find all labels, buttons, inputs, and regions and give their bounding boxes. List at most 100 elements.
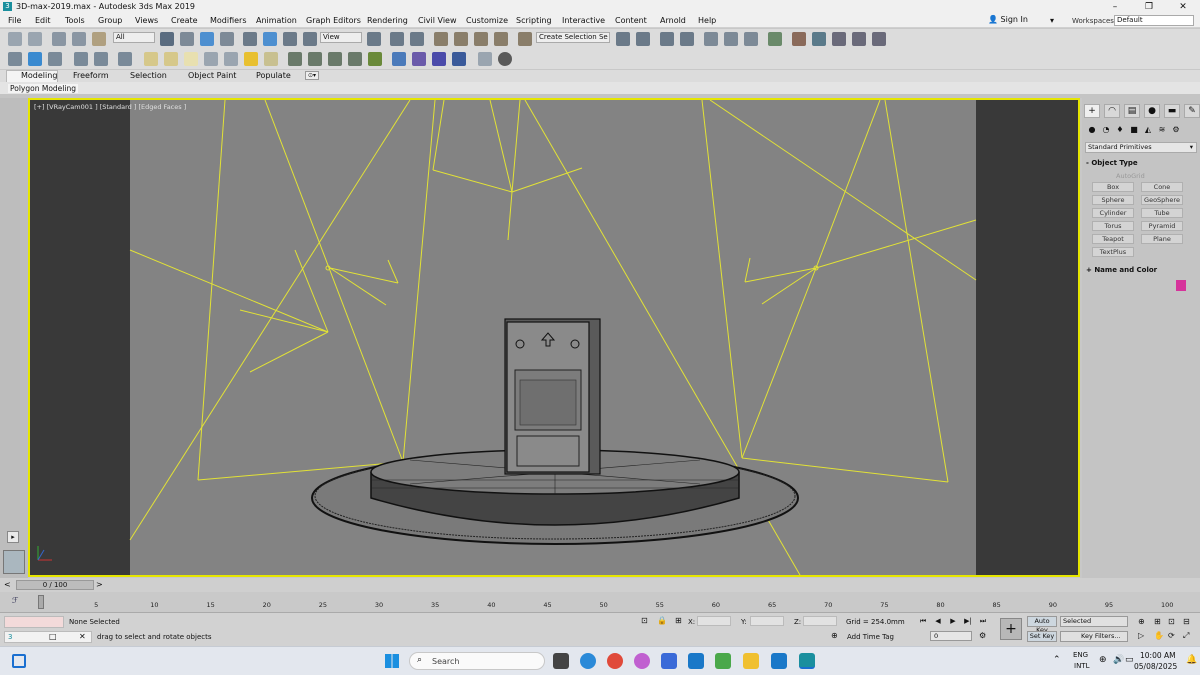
menu-create[interactable]: Create	[171, 16, 198, 25]
x-coordinate-field[interactable]	[697, 616, 731, 626]
geometry-icon[interactable]: ●	[1086, 124, 1098, 136]
prev-frame-icon[interactable]: <	[4, 580, 11, 589]
menu-rendering[interactable]: Rendering	[367, 16, 408, 25]
rendered-frame-window-icon[interactable]	[812, 32, 826, 46]
taskbar-search[interactable]: ⌕ Search	[409, 652, 545, 670]
scale-icon[interactable]	[283, 32, 297, 46]
clock-date[interactable]: 05/08/2025	[1134, 662, 1177, 671]
vray-light-icon[interactable]	[74, 52, 88, 66]
zoom-icon[interactable]: ⊕	[1138, 617, 1145, 626]
input-language[interactable]: ENG	[1073, 651, 1088, 659]
edge-icon[interactable]	[580, 653, 596, 669]
store-icon[interactable]	[661, 653, 677, 669]
vray-environment-icon[interactable]	[348, 52, 362, 66]
scene-explorer-icon[interactable]	[660, 32, 674, 46]
object-color-swatch[interactable]	[1176, 280, 1186, 291]
menu-group[interactable]: Group	[98, 16, 122, 25]
vray-render-icon[interactable]	[452, 52, 466, 66]
absolute-mode-icon[interactable]: ⊞	[675, 616, 682, 625]
menu-edit[interactable]: Edit	[35, 16, 51, 25]
lock-selection-icon[interactable]: 🔒	[657, 616, 667, 625]
vray-material-icon[interactable]	[48, 52, 62, 66]
angle-snap-icon[interactable]	[454, 32, 468, 46]
set-key-button[interactable]: Set Key	[1027, 631, 1057, 642]
geosphere-button[interactable]: GeoSphere	[1141, 195, 1183, 205]
placement-icon[interactable]	[303, 32, 317, 46]
start-icon[interactable]	[385, 654, 399, 668]
3dsmax-active-icon[interactable]	[799, 653, 815, 669]
key-selection-dropdown[interactable]: Selected	[1060, 616, 1128, 627]
vray-proxy-icon[interactable]	[94, 52, 108, 66]
clock-time[interactable]: 10:00 AM	[1140, 651, 1176, 660]
reference-coordinate-dropdown[interactable]: View	[320, 32, 362, 43]
task-view-icon[interactable]	[553, 653, 569, 669]
outlook-icon[interactable]	[688, 653, 704, 669]
tab-object-paint[interactable]: Object Paint	[188, 71, 236, 80]
ribbon-options-icon[interactable]: ⊙▾	[305, 71, 320, 80]
vray-sun-icon[interactable]	[244, 52, 258, 66]
a360-gallery-icon[interactable]	[872, 32, 886, 46]
maxscript-listener[interactable]	[4, 616, 64, 628]
chrome-icon[interactable]	[607, 653, 623, 669]
align-icon[interactable]	[636, 32, 650, 46]
pan-icon[interactable]: ✋	[1154, 631, 1164, 640]
window-crossing-icon[interactable]	[220, 32, 234, 46]
menu-content[interactable]: Content	[615, 16, 647, 25]
layer-explorer-icon[interactable]	[680, 32, 694, 46]
select-object-icon[interactable]	[160, 32, 174, 46]
vray-clipper-icon[interactable]	[368, 52, 382, 66]
render-production-icon[interactable]	[832, 32, 846, 46]
excel-photos-icon[interactable]	[715, 653, 731, 669]
maximize-viewport-icon[interactable]: ⤢	[1183, 631, 1189, 641]
y-coordinate-field[interactable]	[750, 616, 784, 626]
close-mini-icon[interactable]: ✕	[79, 632, 86, 641]
polygon-modeling-label[interactable]: Polygon Modeling	[8, 84, 78, 93]
vray-displacement-icon[interactable]	[308, 52, 322, 66]
viewport-layout-thumbnail[interactable]	[3, 550, 25, 574]
category-dropdown[interactable]: Standard Primitives ▾	[1085, 142, 1197, 153]
unlink-icon[interactable]	[72, 32, 86, 46]
previous-frame-icon[interactable]: ◀	[932, 616, 944, 627]
frame-indicator[interactable]	[38, 595, 44, 609]
orbit-icon[interactable]: ⟳	[1168, 631, 1175, 640]
time-tag-icon[interactable]: ⊕	[831, 631, 838, 640]
spinner-snap-icon[interactable]	[494, 32, 508, 46]
selection-filter-dropdown[interactable]: All	[113, 32, 155, 43]
vray-dome-icon[interactable]	[164, 52, 178, 66]
cylinder-button[interactable]: Cylinder	[1092, 208, 1134, 218]
file-explorer-icon[interactable]	[743, 653, 759, 669]
name-color-rollout[interactable]: + Name and Color	[1086, 266, 1157, 274]
vray-sphere-light-icon[interactable]	[184, 52, 198, 66]
percent-snap-icon[interactable]	[474, 32, 488, 46]
widgets-icon[interactable]	[12, 654, 26, 668]
sphere-button[interactable]: Sphere	[1092, 195, 1134, 205]
vray-ambient-icon[interactable]	[264, 52, 278, 66]
curve-editor-icon[interactable]	[724, 32, 738, 46]
modify-tab-icon[interactable]: ◠	[1104, 104, 1120, 118]
zoom-extents-icon[interactable]: ⊡	[1168, 617, 1175, 626]
link-icon[interactable]	[52, 32, 66, 46]
hierarchy-tab-icon[interactable]: ▤	[1124, 104, 1140, 118]
go-to-start-icon[interactable]: ⏮	[917, 616, 929, 627]
menu-modifiers[interactable]: Modifiers	[210, 16, 247, 25]
copilot-icon[interactable]	[634, 653, 650, 669]
systems-icon[interactable]: ⚙	[1170, 124, 1182, 136]
vray-sphere-fade-icon[interactable]	[118, 52, 132, 66]
plane-button[interactable]: Plane	[1141, 234, 1183, 244]
mini-curve-editor-icon[interactable]: ℱ	[12, 596, 18, 605]
lights-icon[interactable]: ♦	[1114, 124, 1126, 136]
autogrid-checkbox[interactable]: AutoGrid	[1116, 172, 1145, 180]
play-icon[interactable]: ▶	[947, 616, 959, 627]
vray-physical-camera-icon[interactable]	[328, 52, 342, 66]
isolate-selection-icon[interactable]: ⊡	[641, 616, 648, 625]
track-bar[interactable]: ℱ 05101520253035404550556065707580859095…	[0, 592, 1200, 612]
pyramid-button[interactable]: Pyramid	[1141, 221, 1183, 231]
time-configuration-icon[interactable]: ⚙	[979, 631, 986, 640]
undo-icon[interactable]	[8, 32, 22, 46]
next-frame-button-icon[interactable]: ▶|	[962, 616, 974, 627]
ribbon-toggle-icon[interactable]	[704, 32, 718, 46]
menu-graph-editors[interactable]: Graph Editors	[306, 16, 361, 25]
create-tab-icon[interactable]: +	[1084, 104, 1100, 118]
rectangular-selection-icon[interactable]	[200, 32, 214, 46]
menu-civil-view[interactable]: Civil View	[418, 16, 457, 25]
